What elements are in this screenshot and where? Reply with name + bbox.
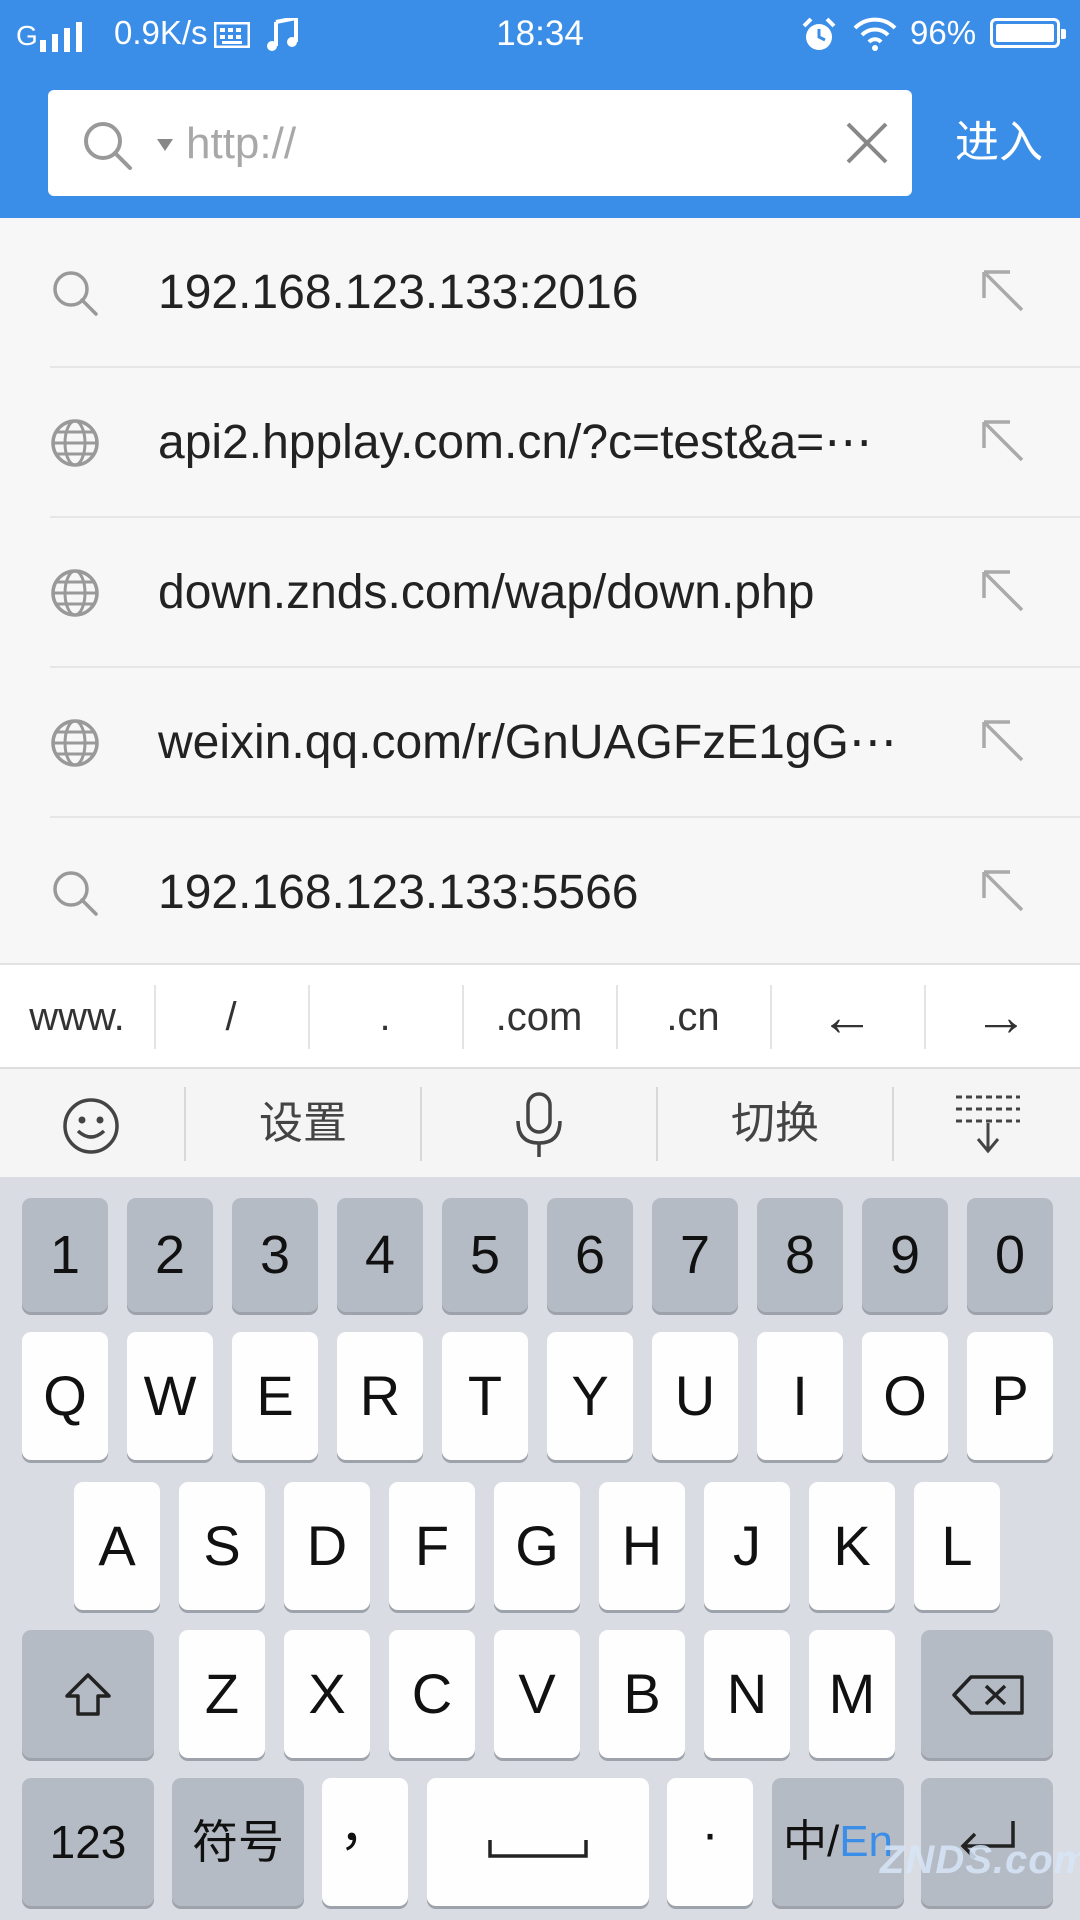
key-w[interactable]: W	[127, 1332, 213, 1460]
key-v[interactable]: V	[494, 1630, 580, 1758]
suggestion-item[interactable]: 192.168.123.133:2016	[0, 218, 1080, 368]
fill-arrow-icon[interactable]	[978, 716, 1028, 766]
suggestion-list: 192.168.123.133:2016 api2.hpplay.com.cn/…	[0, 218, 1080, 963]
url-input[interactable]	[184, 90, 828, 198]
backspace-icon	[952, 1675, 1024, 1715]
key-9[interactable]: 9	[862, 1198, 948, 1312]
key-s[interactable]: S	[179, 1482, 265, 1610]
key-8[interactable]: 8	[757, 1198, 843, 1312]
fill-arrow-icon[interactable]	[978, 866, 1028, 916]
battery-icon	[990, 18, 1066, 48]
suggestion-text: 192.168.123.133:2016	[158, 266, 639, 319]
key-1[interactable]: 1	[22, 1198, 108, 1312]
backspace-key[interactable]	[921, 1630, 1053, 1758]
numeric-mode-key[interactable]: 123	[22, 1778, 154, 1906]
suggestion-item[interactable]: api2.hpplay.com.cn/?c=test&a=⋯	[0, 368, 1080, 518]
key-6[interactable]: 6	[547, 1198, 633, 1312]
symbols-key[interactable]: 符号	[172, 1778, 304, 1906]
key-q[interactable]: Q	[22, 1332, 108, 1460]
suggestion-text: 192.168.123.133:5566	[158, 866, 639, 919]
fill-arrow-icon[interactable]	[978, 416, 1028, 466]
key-e[interactable]: E	[232, 1332, 318, 1460]
key-x[interactable]: X	[284, 1630, 370, 1758]
key-b[interactable]: B	[599, 1630, 685, 1758]
key-a[interactable]: A	[74, 1482, 160, 1610]
dot-key[interactable]: ·	[667, 1778, 753, 1906]
url-shortcut-bar: www. / . .com .cn ← →	[0, 963, 1080, 1069]
key-h[interactable]: H	[599, 1482, 685, 1610]
key-k[interactable]: K	[809, 1482, 895, 1610]
suggestion-item[interactable]: weixin.qq.com/r/GnUAGFzE1gG⋯	[0, 668, 1080, 818]
suggestion-item[interactable]: 192.168.123.133:5566	[0, 818, 1080, 968]
cursor-right-button[interactable]: →	[924, 965, 1078, 1069]
key-g[interactable]: G	[494, 1482, 580, 1610]
microphone-icon[interactable]	[512, 1091, 566, 1161]
cursor-left-button[interactable]: ←	[770, 965, 924, 1069]
key-i[interactable]: I	[757, 1332, 843, 1460]
key-3[interactable]: 3	[232, 1198, 318, 1312]
dropdown-caret-icon[interactable]	[156, 138, 174, 152]
key-u[interactable]: U	[652, 1332, 738, 1460]
shift-key[interactable]	[22, 1630, 154, 1758]
key-r[interactable]: R	[337, 1332, 423, 1460]
keyboard: 1 2 3 4 5 6 7 8 9 0 Q W E R T Y U I O P …	[0, 1177, 1080, 1920]
key-4[interactable]: 4	[337, 1198, 423, 1312]
key-p[interactable]: P	[967, 1332, 1053, 1460]
key-j[interactable]: J	[704, 1482, 790, 1610]
shift-icon	[65, 1673, 111, 1716]
space-key[interactable]	[427, 1778, 649, 1906]
shortcut-dot[interactable]: .	[308, 965, 462, 1069]
search-icon	[53, 271, 98, 316]
globe-icon	[51, 419, 99, 467]
key-0[interactable]: 0	[967, 1198, 1053, 1312]
shortcut-cn[interactable]: .cn	[616, 965, 770, 1069]
key-c[interactable]: C	[389, 1630, 475, 1758]
key-m[interactable]: M	[809, 1630, 895, 1758]
keyboard-settings-button[interactable]: 设置	[186, 1069, 420, 1179]
key-n[interactable]: N	[704, 1630, 790, 1758]
key-t[interactable]: T	[442, 1332, 528, 1460]
suggestion-text: weixin.qq.com/r/GnUAGFzE1gG⋯	[158, 716, 897, 769]
shortcut-com[interactable]: .com	[462, 965, 616, 1069]
shortcut-slash[interactable]: /	[154, 965, 308, 1069]
comma-key[interactable]: ，	[322, 1778, 408, 1906]
key-5[interactable]: 5	[442, 1198, 528, 1312]
key-o[interactable]: O	[862, 1332, 948, 1460]
status-bar: G 0.9K/s 18:34 96%	[0, 0, 1080, 70]
suggestion-item[interactable]: down.znds.com/wap/down.php	[0, 518, 1080, 668]
alarm-icon	[802, 17, 836, 50]
address-bar[interactable]	[48, 90, 912, 198]
suggestion-text: api2.hpplay.com.cn/?c=test&a=⋯	[158, 416, 873, 469]
key-d[interactable]: D	[284, 1482, 370, 1610]
keyboard-switch-button[interactable]: 切换	[658, 1069, 892, 1179]
space-icon	[488, 1840, 588, 1858]
shortcut-www[interactable]: www.	[0, 965, 154, 1069]
key-7[interactable]: 7	[652, 1198, 738, 1312]
clear-icon[interactable]	[844, 120, 890, 166]
globe-icon	[51, 719, 99, 767]
battery-percent: 96%	[910, 14, 977, 51]
search-icon	[53, 871, 98, 916]
browser-header: G 0.9K/s 18:34 96% http:// 进入	[0, 0, 1080, 218]
key-l[interactable]: L	[914, 1482, 1000, 1610]
fill-arrow-icon[interactable]	[978, 266, 1028, 316]
globe-icon	[51, 569, 99, 617]
key-y[interactable]: Y	[547, 1332, 633, 1460]
hide-keyboard-icon[interactable]	[954, 1093, 1022, 1155]
wifi-icon	[853, 17, 897, 51]
key-z[interactable]: Z	[179, 1630, 265, 1758]
suggestion-text: down.znds.com/wap/down.php	[158, 566, 815, 619]
fill-arrow-icon[interactable]	[978, 566, 1028, 616]
search-icon	[84, 122, 132, 170]
emoji-icon[interactable]	[62, 1097, 120, 1155]
key-f[interactable]: F	[389, 1482, 475, 1610]
key-2[interactable]: 2	[127, 1198, 213, 1312]
keyboard-toolbar: 设置 切换	[0, 1067, 1080, 1179]
go-button[interactable]: 进入	[934, 90, 1064, 196]
watermark-logo: ZNDS.com	[880, 1838, 1080, 1882]
lang-zh-label: 中/	[782, 1817, 840, 1866]
